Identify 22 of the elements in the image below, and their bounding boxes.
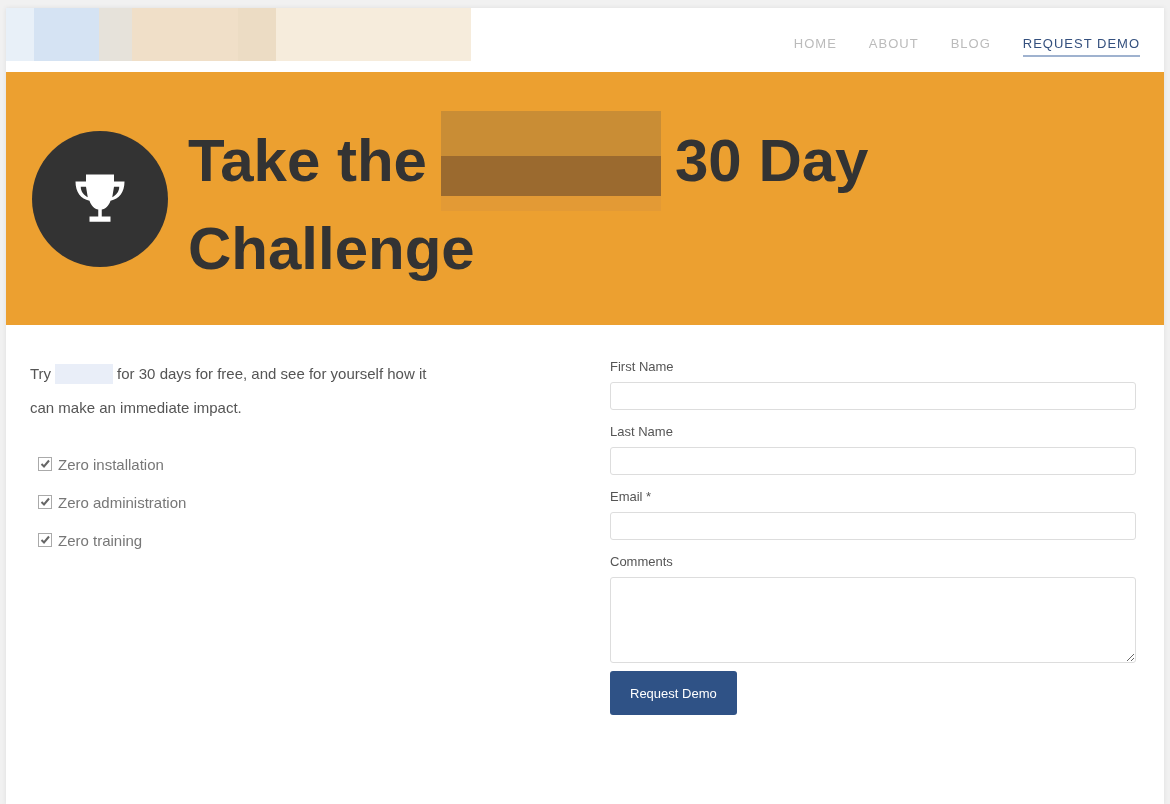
headline-text: Challenge <box>188 213 476 284</box>
request-demo-button[interactable]: Request Demo <box>610 671 737 715</box>
intro-text: Try <box>30 364 52 384</box>
field-label: First Name <box>610 359 674 374</box>
feature-text: Zero administration <box>58 493 187 511</box>
input-field[interactable] <box>610 382 1136 410</box>
nav-link[interactable]: REQUEST DEMO <box>1022 36 1140 57</box>
input-field[interactable] <box>610 512 1136 540</box>
nav-link[interactable]: BLOG <box>950 36 991 57</box>
field-label: Email * <box>610 489 652 504</box>
nav-link[interactable]: HOME <box>793 36 837 57</box>
input-field[interactable] <box>610 447 1136 475</box>
headline-text: 30 Day <box>675 125 869 196</box>
comments-field[interactable] <box>610 577 1136 663</box>
feature-text: Zero training <box>58 531 143 549</box>
intro-text: can make an immediate impact. <box>30 398 242 418</box>
feature-text: Zero installation <box>58 455 164 473</box>
field-label: Comments <box>610 554 673 569</box>
headline-text: Take the <box>188 125 427 196</box>
field-label: Last Name <box>610 424 673 439</box>
nav-link[interactable]: ABOUT <box>868 36 919 57</box>
intro-text: for 30 days for free, and see for yourself how it <box>117 364 427 384</box>
